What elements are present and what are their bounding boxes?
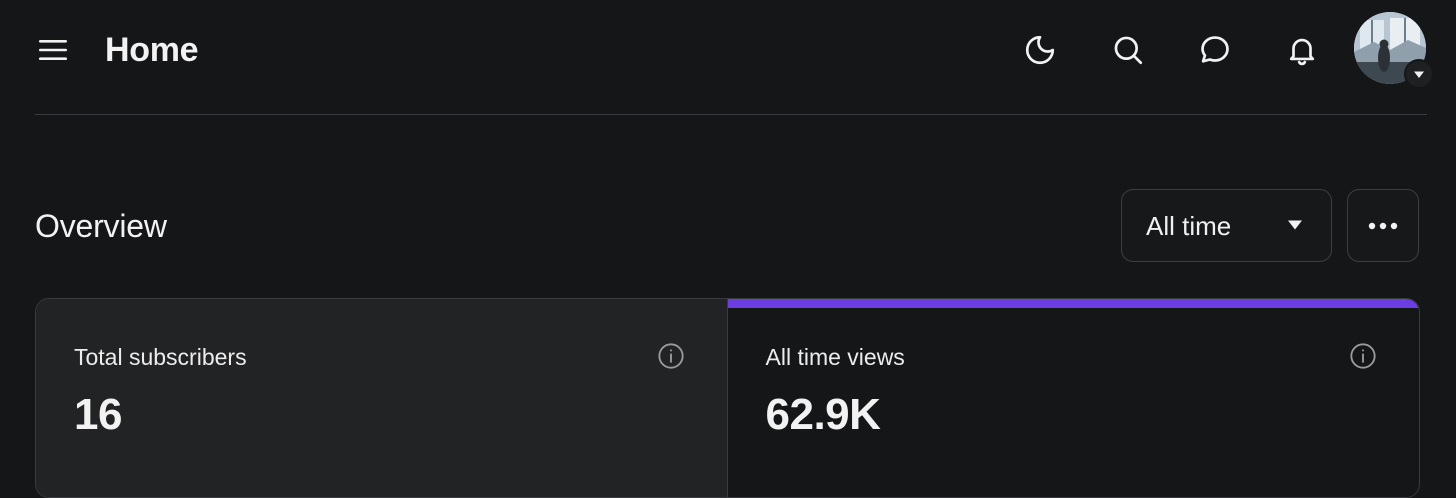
account-menu[interactable] (1354, 12, 1434, 90)
top-bar: Home (0, 0, 1456, 100)
menu-button[interactable] (32, 30, 74, 70)
section-title: Overview (35, 208, 167, 244)
bell-icon (1289, 38, 1315, 66)
search-button[interactable] (1103, 25, 1153, 75)
more-options-button[interactable] (1347, 189, 1419, 262)
stat-card-views[interactable]: All time views 62.9K (727, 299, 1419, 497)
stat-card-subscribers[interactable]: Total subscribers 16 (36, 299, 728, 497)
messages-button[interactable] (1190, 25, 1240, 75)
selected-card-indicator (727, 299, 1419, 308)
info-button[interactable] (1348, 341, 1378, 371)
chevron-down-icon (1414, 71, 1424, 78)
caret-down-icon (1288, 220, 1302, 230)
info-button[interactable] (656, 341, 686, 371)
account-dropdown-toggle[interactable] (1404, 59, 1434, 89)
moon-icon (1025, 35, 1055, 65)
theme-toggle-button[interactable] (1015, 25, 1065, 75)
menu-icon (39, 40, 67, 60)
stat-value: 62.9K (765, 390, 881, 439)
stats-cards: Total subscribers 16 All time views 62.9… (35, 298, 1420, 498)
chat-icon (1201, 36, 1229, 63)
search-icon (1114, 36, 1143, 65)
info-icon (1349, 343, 1376, 369)
info-icon (658, 343, 684, 369)
page-title: Home (105, 31, 199, 69)
stat-value: 16 (74, 390, 122, 439)
notifications-button[interactable] (1277, 25, 1327, 75)
more-horizontal-icon (1368, 222, 1398, 229)
stat-label: Total subscribers (74, 344, 247, 370)
header-divider (35, 114, 1427, 115)
time-range-select[interactable]: All time (1121, 189, 1332, 262)
stat-label: All time views (765, 344, 905, 370)
time-range-value: All time (1146, 210, 1232, 241)
